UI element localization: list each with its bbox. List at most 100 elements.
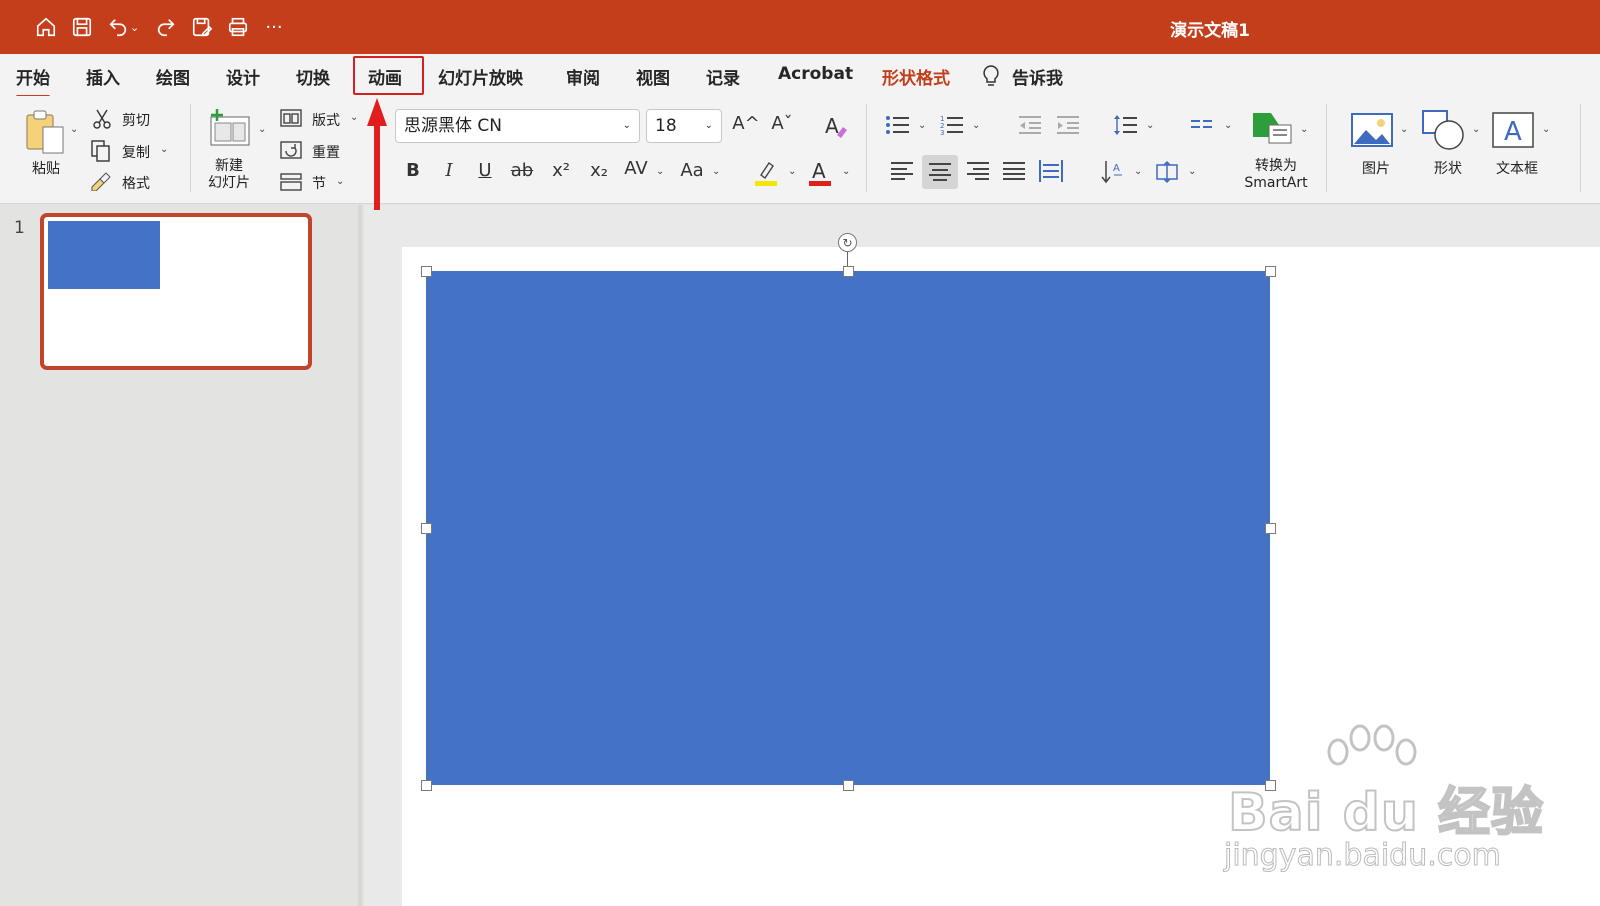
highlight-icon[interactable] [752,158,780,188]
resize-handle-right[interactable] [1265,523,1276,534]
textbox-icon[interactable]: A [1490,110,1536,150]
section-dropdown-icon[interactable]: ⌄ [336,176,344,187]
layout-dropdown-icon[interactable]: ⌄ [350,112,358,123]
format-painter-button[interactable]: 格式 [122,173,150,193]
tab-shape-format[interactable]: 形状格式 [882,64,950,90]
bold-button[interactable]: B [402,160,424,181]
format-painter-icon[interactable] [90,170,112,192]
picture-button[interactable]: 图片 [1362,158,1390,178]
scissors-icon[interactable] [92,108,112,130]
section-icon[interactable] [280,172,302,192]
align-left-icon[interactable] [890,160,914,182]
resize-handle-left[interactable] [421,523,432,534]
picture-icon[interactable] [1350,110,1394,150]
numbering-icon[interactable]: 123 [940,114,964,136]
new-slide-icon[interactable] [206,106,252,150]
tab-acrobat[interactable]: Acrobat [778,64,853,90]
highlight-dropdown-icon[interactable]: ⌄ [788,166,796,177]
paste-dropdown-icon[interactable]: ⌄ [70,124,78,135]
smartart-dropdown-icon[interactable]: ⌄ [1300,124,1308,135]
selected-rectangle-shape[interactable] [426,271,1270,785]
undo-dropdown-icon[interactable]: ⌄ [130,21,142,34]
slide-thumbnail[interactable] [40,213,312,370]
numbering-dropdown-icon[interactable]: ⌄ [972,120,980,131]
layout-button[interactable]: 版式 [312,110,340,130]
line-spacing-dropdown-icon[interactable]: ⌄ [1146,120,1154,131]
save-icon[interactable] [64,12,100,42]
distributed-icon[interactable] [1038,158,1064,184]
columns-icon[interactable] [1190,114,1214,136]
textbox-button[interactable]: 文本框 [1496,158,1538,178]
shapes-button[interactable]: 形状 [1434,158,1462,178]
subscript-button[interactable]: x₂ [586,160,612,181]
line-spacing-icon[interactable] [1112,112,1138,138]
strikethrough-button[interactable]: ab [508,160,536,181]
resize-handle-bottom[interactable] [843,780,854,791]
copy-icon[interactable] [90,140,112,162]
italic-button[interactable]: I [438,160,460,181]
bullets-icon[interactable] [886,114,910,136]
grow-font-button[interactable]: A^ [732,113,760,134]
paste-icon[interactable] [22,108,66,158]
tab-tell-me[interactable]: 告诉我 [1012,64,1063,90]
tab-review[interactable]: 审阅 [566,64,600,90]
reset-button[interactable]: 重置 [312,142,340,162]
more-icon[interactable]: ··· [256,12,292,42]
tab-view[interactable]: 视图 [636,64,670,90]
bullets-dropdown-icon[interactable]: ⌄ [918,120,926,131]
spacing-dropdown-icon[interactable]: ⌄ [656,166,664,177]
copy-button[interactable]: 复制 [122,142,150,162]
shapes-icon[interactable] [1420,108,1466,152]
tab-slide-show[interactable]: 幻灯片放映 [438,64,523,90]
resize-handle-top-right[interactable] [1265,266,1276,277]
clear-formatting-icon[interactable]: A [822,112,850,140]
new-slide-label[interactable]: 新建 幻灯片 [204,158,254,192]
section-button[interactable]: 节 [312,173,326,193]
align-center-icon[interactable] [922,155,958,189]
columns-dropdown-icon[interactable]: ⌄ [1224,120,1232,131]
font-name-combo[interactable]: 思源黑体 CN ⌄ [395,109,640,143]
tab-design[interactable]: 设计 [226,64,260,90]
align-right-icon[interactable] [966,160,990,182]
rotate-handle-icon[interactable]: ↻ [838,233,857,252]
paste-label[interactable]: 粘贴 [32,158,60,178]
change-case-dropdown-icon[interactable]: ⌄ [712,166,720,177]
increase-indent-icon[interactable] [1056,114,1080,136]
textbox-dropdown-icon[interactable]: ⌄ [1542,124,1550,135]
shapes-dropdown-icon[interactable]: ⌄ [1472,124,1480,135]
justify-icon[interactable] [1002,160,1026,182]
save-as-icon[interactable] [184,12,220,42]
reset-icon[interactable] [280,140,302,160]
font-color-icon[interactable]: A [806,158,834,188]
layout-icon[interactable] [280,108,302,128]
tab-transitions[interactable]: 切换 [296,64,330,90]
convert-smartart-label[interactable]: 转换为 SmartArt [1236,158,1316,192]
tab-insert[interactable]: 插入 [86,64,120,90]
copy-dropdown-icon[interactable]: ⌄ [160,144,168,155]
superscript-button[interactable]: x² [548,160,574,181]
align-text-icon[interactable] [1154,158,1180,186]
text-direction-icon[interactable]: A [1100,158,1126,186]
shrink-font-button[interactable]: Aˇ [768,113,796,134]
print-icon[interactable] [220,12,256,42]
cut-button[interactable]: 剪切 [122,110,150,130]
tab-draw[interactable]: 绘图 [156,64,190,90]
underline-button[interactable]: U [474,160,496,181]
change-case-button[interactable]: Aa [676,160,708,181]
character-spacing-button[interactable]: AV [620,158,652,179]
home-icon[interactable] [28,12,64,42]
font-size-combo[interactable]: 18 ⌄ [646,109,722,143]
resize-handle-bottom-left[interactable] [421,780,432,791]
text-direction-dropdown-icon[interactable]: ⌄ [1134,166,1142,177]
smartart-icon[interactable] [1250,110,1294,148]
align-text-dropdown-icon[interactable]: ⌄ [1188,166,1196,177]
resize-handle-top-left[interactable] [421,266,432,277]
picture-dropdown-icon[interactable]: ⌄ [1400,124,1408,135]
redo-icon[interactable] [148,12,184,42]
resize-handle-top[interactable] [843,266,854,277]
decrease-indent-icon[interactable] [1018,114,1042,136]
new-slide-dropdown-icon[interactable]: ⌄ [258,124,266,135]
tab-record[interactable]: 记录 [706,64,740,90]
font-color-dropdown-icon[interactable]: ⌄ [842,166,850,177]
tab-home[interactable]: 开始 [16,64,50,98]
